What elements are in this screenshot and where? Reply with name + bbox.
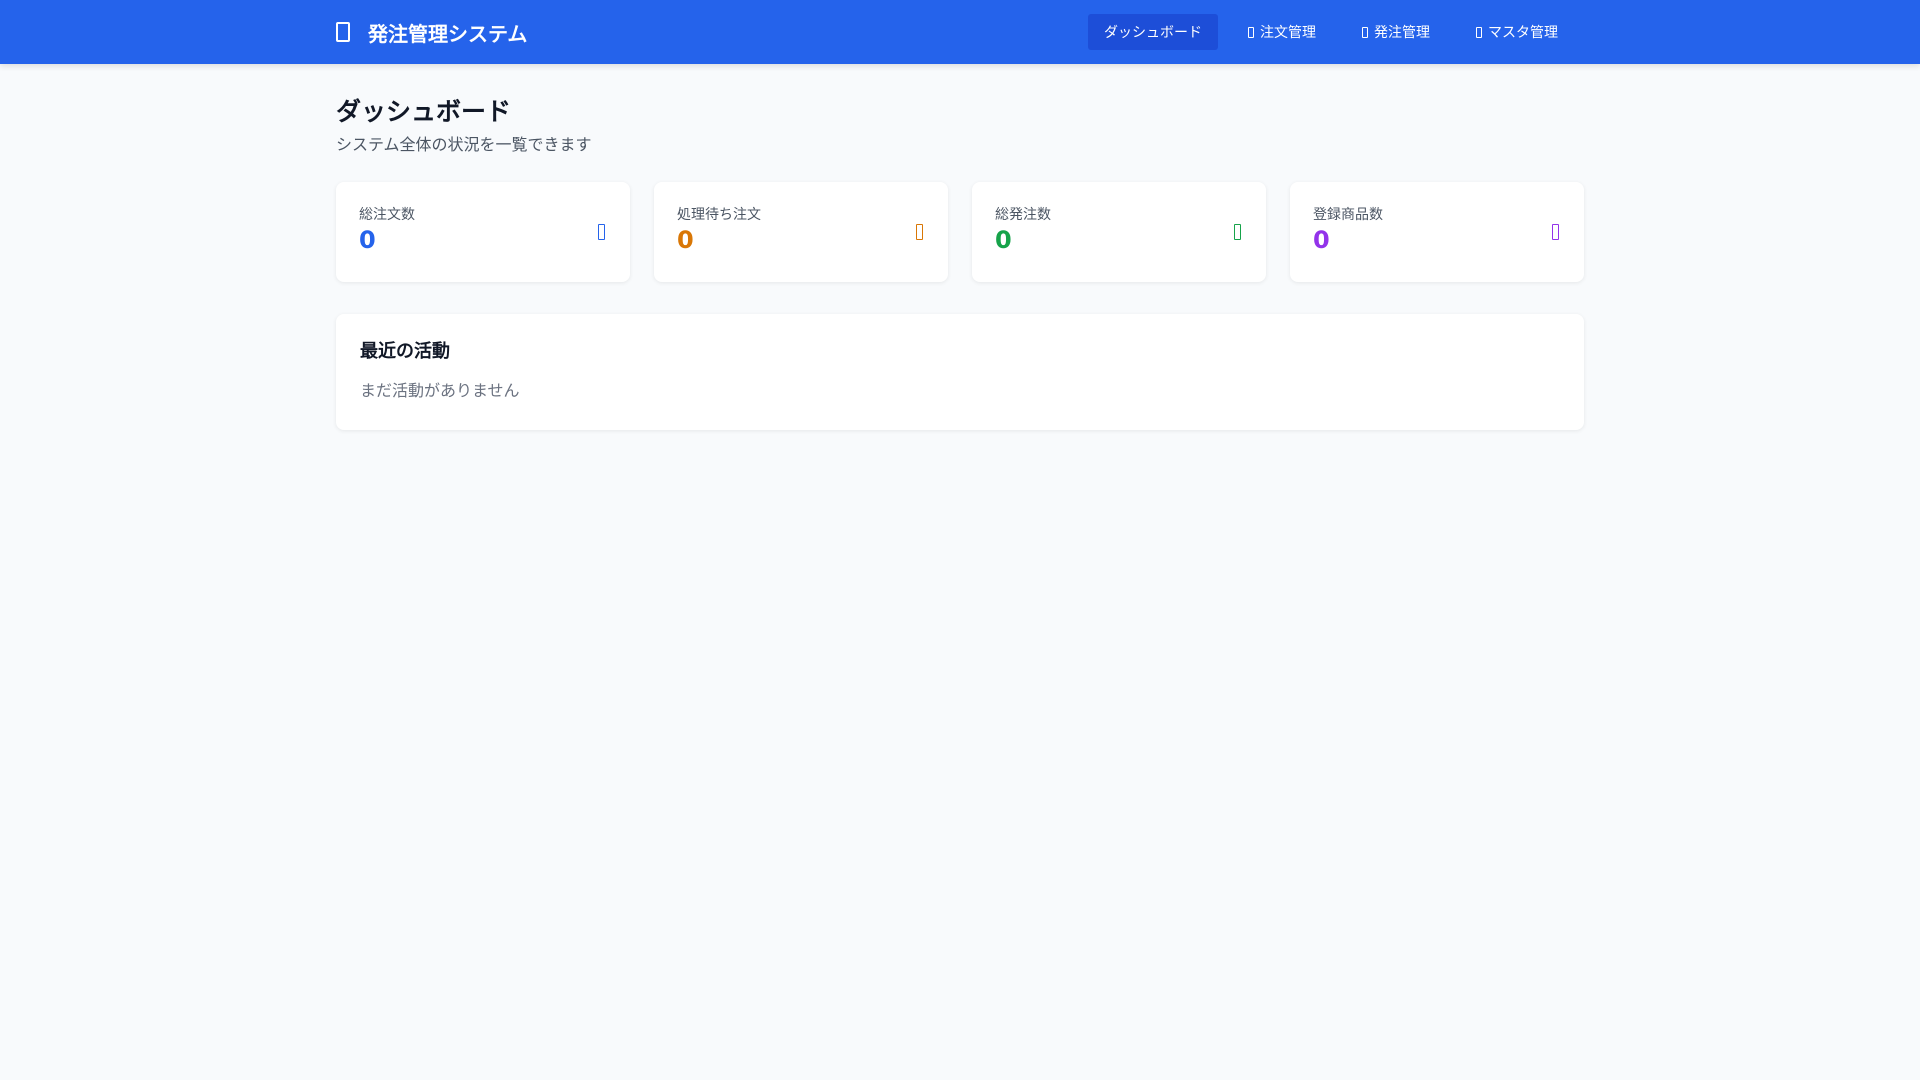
main-nav: ダッシュボード 注文管理 発注管理 マスタ管理 bbox=[1088, 14, 1574, 50]
nav-item-dashboard[interactable]: ダッシュボード bbox=[1088, 14, 1218, 50]
nav-item-label: マスタ管理 bbox=[1488, 25, 1558, 41]
nav-item-label: 注文管理 bbox=[1260, 25, 1316, 41]
stat-value: 0 bbox=[677, 226, 694, 254]
page-subtitle: システム全体の状況を一覧できます bbox=[336, 135, 592, 154]
stat-label: 総注文数 bbox=[359, 207, 415, 223]
cart-icon bbox=[1248, 26, 1254, 38]
nav-item-orders[interactable]: 注文管理 bbox=[1232, 14, 1332, 50]
database-icon bbox=[1476, 26, 1482, 38]
app-title: 発注管理システム bbox=[368, 21, 528, 46]
cart-icon bbox=[598, 224, 605, 240]
truck-icon bbox=[1362, 26, 1368, 38]
app-header: 発注管理システム ダッシュボード 注文管理 発注管理 マスタ管理 bbox=[0, 0, 1920, 64]
activity-title: 最近の活動 bbox=[360, 341, 450, 362]
nav-item-label: 発注管理 bbox=[1374, 25, 1430, 41]
box-icon bbox=[336, 22, 350, 42]
clock-icon bbox=[916, 224, 923, 240]
truck-icon bbox=[1234, 224, 1241, 240]
nav-item-purchase-orders[interactable]: 発注管理 bbox=[1346, 14, 1446, 50]
stat-card-registered-products: 登録商品数 0 bbox=[1290, 182, 1584, 282]
stat-card-total-purchase-orders: 総発注数 0 bbox=[972, 182, 1266, 282]
stat-card-pending-orders: 処理待ち注文 0 bbox=[654, 182, 948, 282]
stat-label: 登録商品数 bbox=[1313, 207, 1383, 223]
nav-item-master[interactable]: マスタ管理 bbox=[1460, 14, 1574, 50]
stat-value: 0 bbox=[359, 226, 376, 254]
recent-activity-panel: 最近の活動 まだ活動がありません bbox=[336, 314, 1584, 430]
page-title: ダッシュボード bbox=[336, 97, 512, 126]
activity-empty-message: まだ活動がありません bbox=[360, 381, 520, 400]
stat-value: 0 bbox=[995, 226, 1012, 254]
stat-label: 処理待ち注文 bbox=[677, 207, 761, 223]
box-icon bbox=[1552, 224, 1559, 240]
stats-row: 総注文数 0 処理待ち注文 0 総発注数 0 登録商品数 0 bbox=[336, 182, 1584, 282]
stat-value: 0 bbox=[1313, 226, 1330, 254]
brand[interactable]: 発注管理システム bbox=[336, 0, 527, 64]
main-content: ダッシュボード システム全体の状況を一覧できます 総注文数 0 処理待ち注文 0… bbox=[336, 96, 1584, 430]
stat-label: 総発注数 bbox=[995, 207, 1051, 223]
nav-item-label: ダッシュボード bbox=[1104, 25, 1202, 41]
stat-card-total-orders: 総注文数 0 bbox=[336, 182, 630, 282]
